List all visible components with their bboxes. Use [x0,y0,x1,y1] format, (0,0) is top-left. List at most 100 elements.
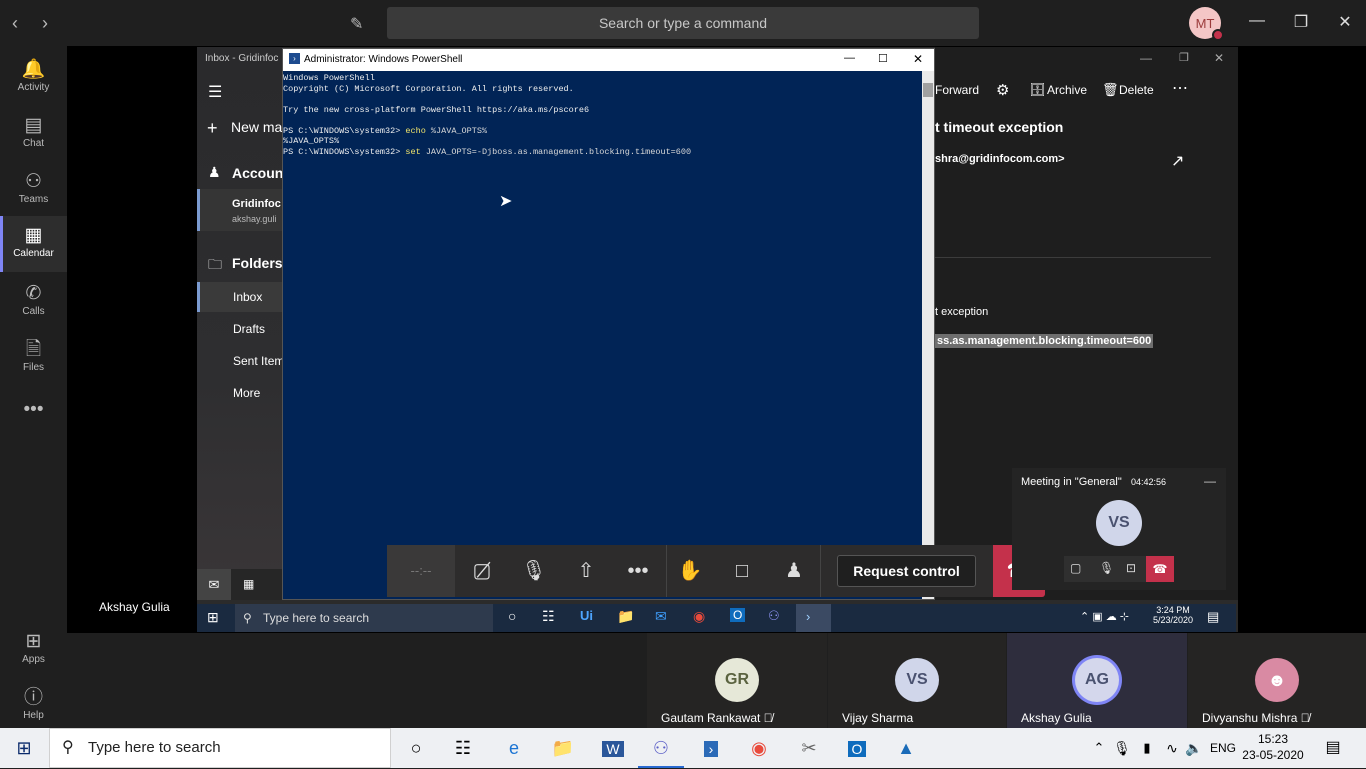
mini-mic-icon[interactable]: 🎙 [1099,561,1114,575]
rail-calendar[interactable]: ▦ Calendar [0,216,67,272]
teams-taskbar-icon[interactable]: ⚇ [638,728,684,768]
shared-clock: 3:24 PM 5/23/2020 [1152,605,1194,625]
camera-off-icon[interactable]: ▢̸ [456,545,508,597]
more-options-icon[interactable]: ⋯ [1172,78,1188,98]
rail-activity[interactable]: 🔔 Activity [0,50,67,106]
show-hidden-icons[interactable]: ⌃ [1089,728,1109,768]
shared-powershell-active: › [796,604,831,632]
network-icon[interactable]: ∿ [1161,728,1183,768]
mini-hang-up-icon[interactable]: ☎ [1146,556,1174,582]
scrollbar-thumb[interactable] [923,83,933,97]
calendar-icon: ▦ [24,225,43,246]
folder-more[interactable]: More [233,386,260,400]
rail-label: Apps [22,654,45,665]
volume-icon[interactable]: 🔈 [1184,728,1204,768]
word-icon[interactable]: W [590,728,636,768]
settings-icon[interactable]: ⚙ [996,81,1009,99]
rail-label: Files [22,362,45,373]
archive-button[interactable]: Archive [1047,83,1087,97]
rail-chat[interactable]: ▤ Chat [0,106,67,162]
taskbar-search-box[interactable]: ⚲ Type here to search [49,728,391,768]
email-sender: shra@gridinfocom.com> [935,153,1065,165]
action-center-icon[interactable]: ▤ [1318,728,1348,768]
folder-sent[interactable]: Sent Item [233,354,283,368]
mail-close-icon[interactable]: ✕ [1214,51,1224,65]
taskbar-time: 15:23 [1257,732,1289,746]
rail-files[interactable]: 🗎 Files [0,330,67,386]
forward-button[interactable]: Forward [935,83,979,97]
forward-arrow-icon[interactable]: › [42,13,48,34]
outlook-icon[interactable]: O [834,728,880,768]
mini-camera-off-icon[interactable]: ▢ [1070,561,1081,575]
chat-icon[interactable]: □ [716,545,768,597]
participant-tile-active[interactable]: AG Akshay Gulia [1007,633,1187,728]
file-explorer-icon[interactable]: 📁 [540,728,586,768]
powershell-console[interactable]: Windows PowerShell Copyright (C) Microsof… [283,71,921,599]
rail-teams[interactable]: ⚇ Teams [0,162,67,218]
powershell-window: › Administrator: Windows PowerShell — ☐ … [282,48,935,600]
mini-minimize-icon[interactable]: — [1204,474,1216,488]
mini-share-icon[interactable]: ⊡ [1126,561,1136,575]
cortana-icon[interactable]: ○ [393,728,439,768]
task-view-icon[interactable]: ☷ [440,728,486,768]
more-actions-icon[interactable]: ••• [612,545,664,597]
ps-minimize-icon[interactable]: — [844,52,855,64]
meeting-mini-window[interactable]: Meeting in "General" 04:42:56 — VS ▢ 🎙 ⊡… [1012,468,1226,590]
hamburger-icon[interactable]: ☰ [208,82,222,102]
participants-icon[interactable]: ♟ [768,545,820,597]
account-item[interactable]: Gridinfoc akshay.guli [197,189,283,231]
request-control-button[interactable]: Request control [837,555,976,587]
rail-calls[interactable]: ✆ Calls [0,274,67,330]
search-box[interactable]: Search or type a command [387,7,979,39]
powershell-scrollbar[interactable] [922,71,934,599]
mail-minimize-icon[interactable]: — [1140,51,1152,65]
shared-notification-icon: ▤ [1207,609,1220,624]
start-icon[interactable]: ⊞ [0,728,48,768]
ps-close-icon[interactable]: ✕ [913,52,923,66]
folders-heading: Folders [232,255,283,271]
mail-restore-icon[interactable]: ❐ [1179,51,1189,64]
compose-icon[interactable]: ✎ [350,14,363,34]
close-icon[interactable]: ✕ [1330,12,1360,32]
plus-icon[interactable]: + [207,118,218,139]
console-verb: echo [405,125,426,136]
rail-label: Help [23,710,44,721]
back-arrow-icon[interactable]: ‹ [12,13,18,34]
raise-hand-icon[interactable]: ✋ [664,545,716,597]
taskbar-clock[interactable]: 15:23 23-05-2020 [1240,731,1306,763]
powershell-taskbar-icon[interactable]: › [688,728,734,768]
rail-apps[interactable]: ⊞ Apps [0,622,67,678]
mic-muted-icon[interactable]: 🎙 [508,545,560,597]
participant-tile[interactable]: GR Gautam Rankawat 🎙̸ [647,633,827,728]
share-screen-icon[interactable]: ⇧ [560,545,612,597]
calendar-switch-icon[interactable]: ▦ [243,577,254,591]
folder-drafts[interactable]: Drafts [233,322,265,336]
microphone-tray-icon[interactable]: 🎙 [1112,728,1132,768]
console-line: Copyright (C) Microsoft Corporation. All… [283,83,574,94]
participant-tile[interactable]: ☻ Divyanshu Mishra 🎙̸ [1188,633,1366,728]
chrome-icon[interactable]: ◉ [736,728,782,768]
new-mail-button[interactable]: New ma [231,119,282,135]
battery-icon[interactable]: ▮ [1137,728,1157,768]
folder-inbox[interactable]: Inbox [197,282,283,312]
console-arg: %JAVA_OPTS% [425,125,488,136]
mail-switch-icon[interactable]: ✉ [197,569,231,600]
user-avatar[interactable]: MT [1189,7,1224,41]
popout-icon[interactable]: ↗ [1171,151,1184,171]
minimize-icon[interactable]: — [1242,12,1272,30]
console-prompt: PS C:\WINDOWS\system32> [283,146,406,157]
participant-name: Akshay Gulia [1021,711,1092,725]
maximize-icon[interactable]: ❐ [1286,12,1316,32]
rail-help[interactable]: ⓘ Help [0,678,67,734]
shared-taskbar: ⊞ ⚲ Type here to search ○ ☷ Ui 📁 ✉ ◉ O ⚇ … [197,604,1236,632]
photos-icon[interactable]: ▲ [883,728,929,768]
shared-teams-icon: ⚇ [768,608,780,623]
ps-maximize-icon[interactable]: ☐ [878,52,888,65]
participant-tile[interactable]: VS Vijay Sharma [828,633,1006,728]
edge-icon[interactable]: e [491,728,537,768]
delete-button[interactable]: Delete [1119,83,1154,97]
teams-icon: ⚇ [24,171,43,192]
language-indicator[interactable]: ENG [1208,728,1238,768]
more-apps-button[interactable]: ••• [0,390,67,426]
snipping-tool-icon[interactable]: ✂ [786,728,832,768]
